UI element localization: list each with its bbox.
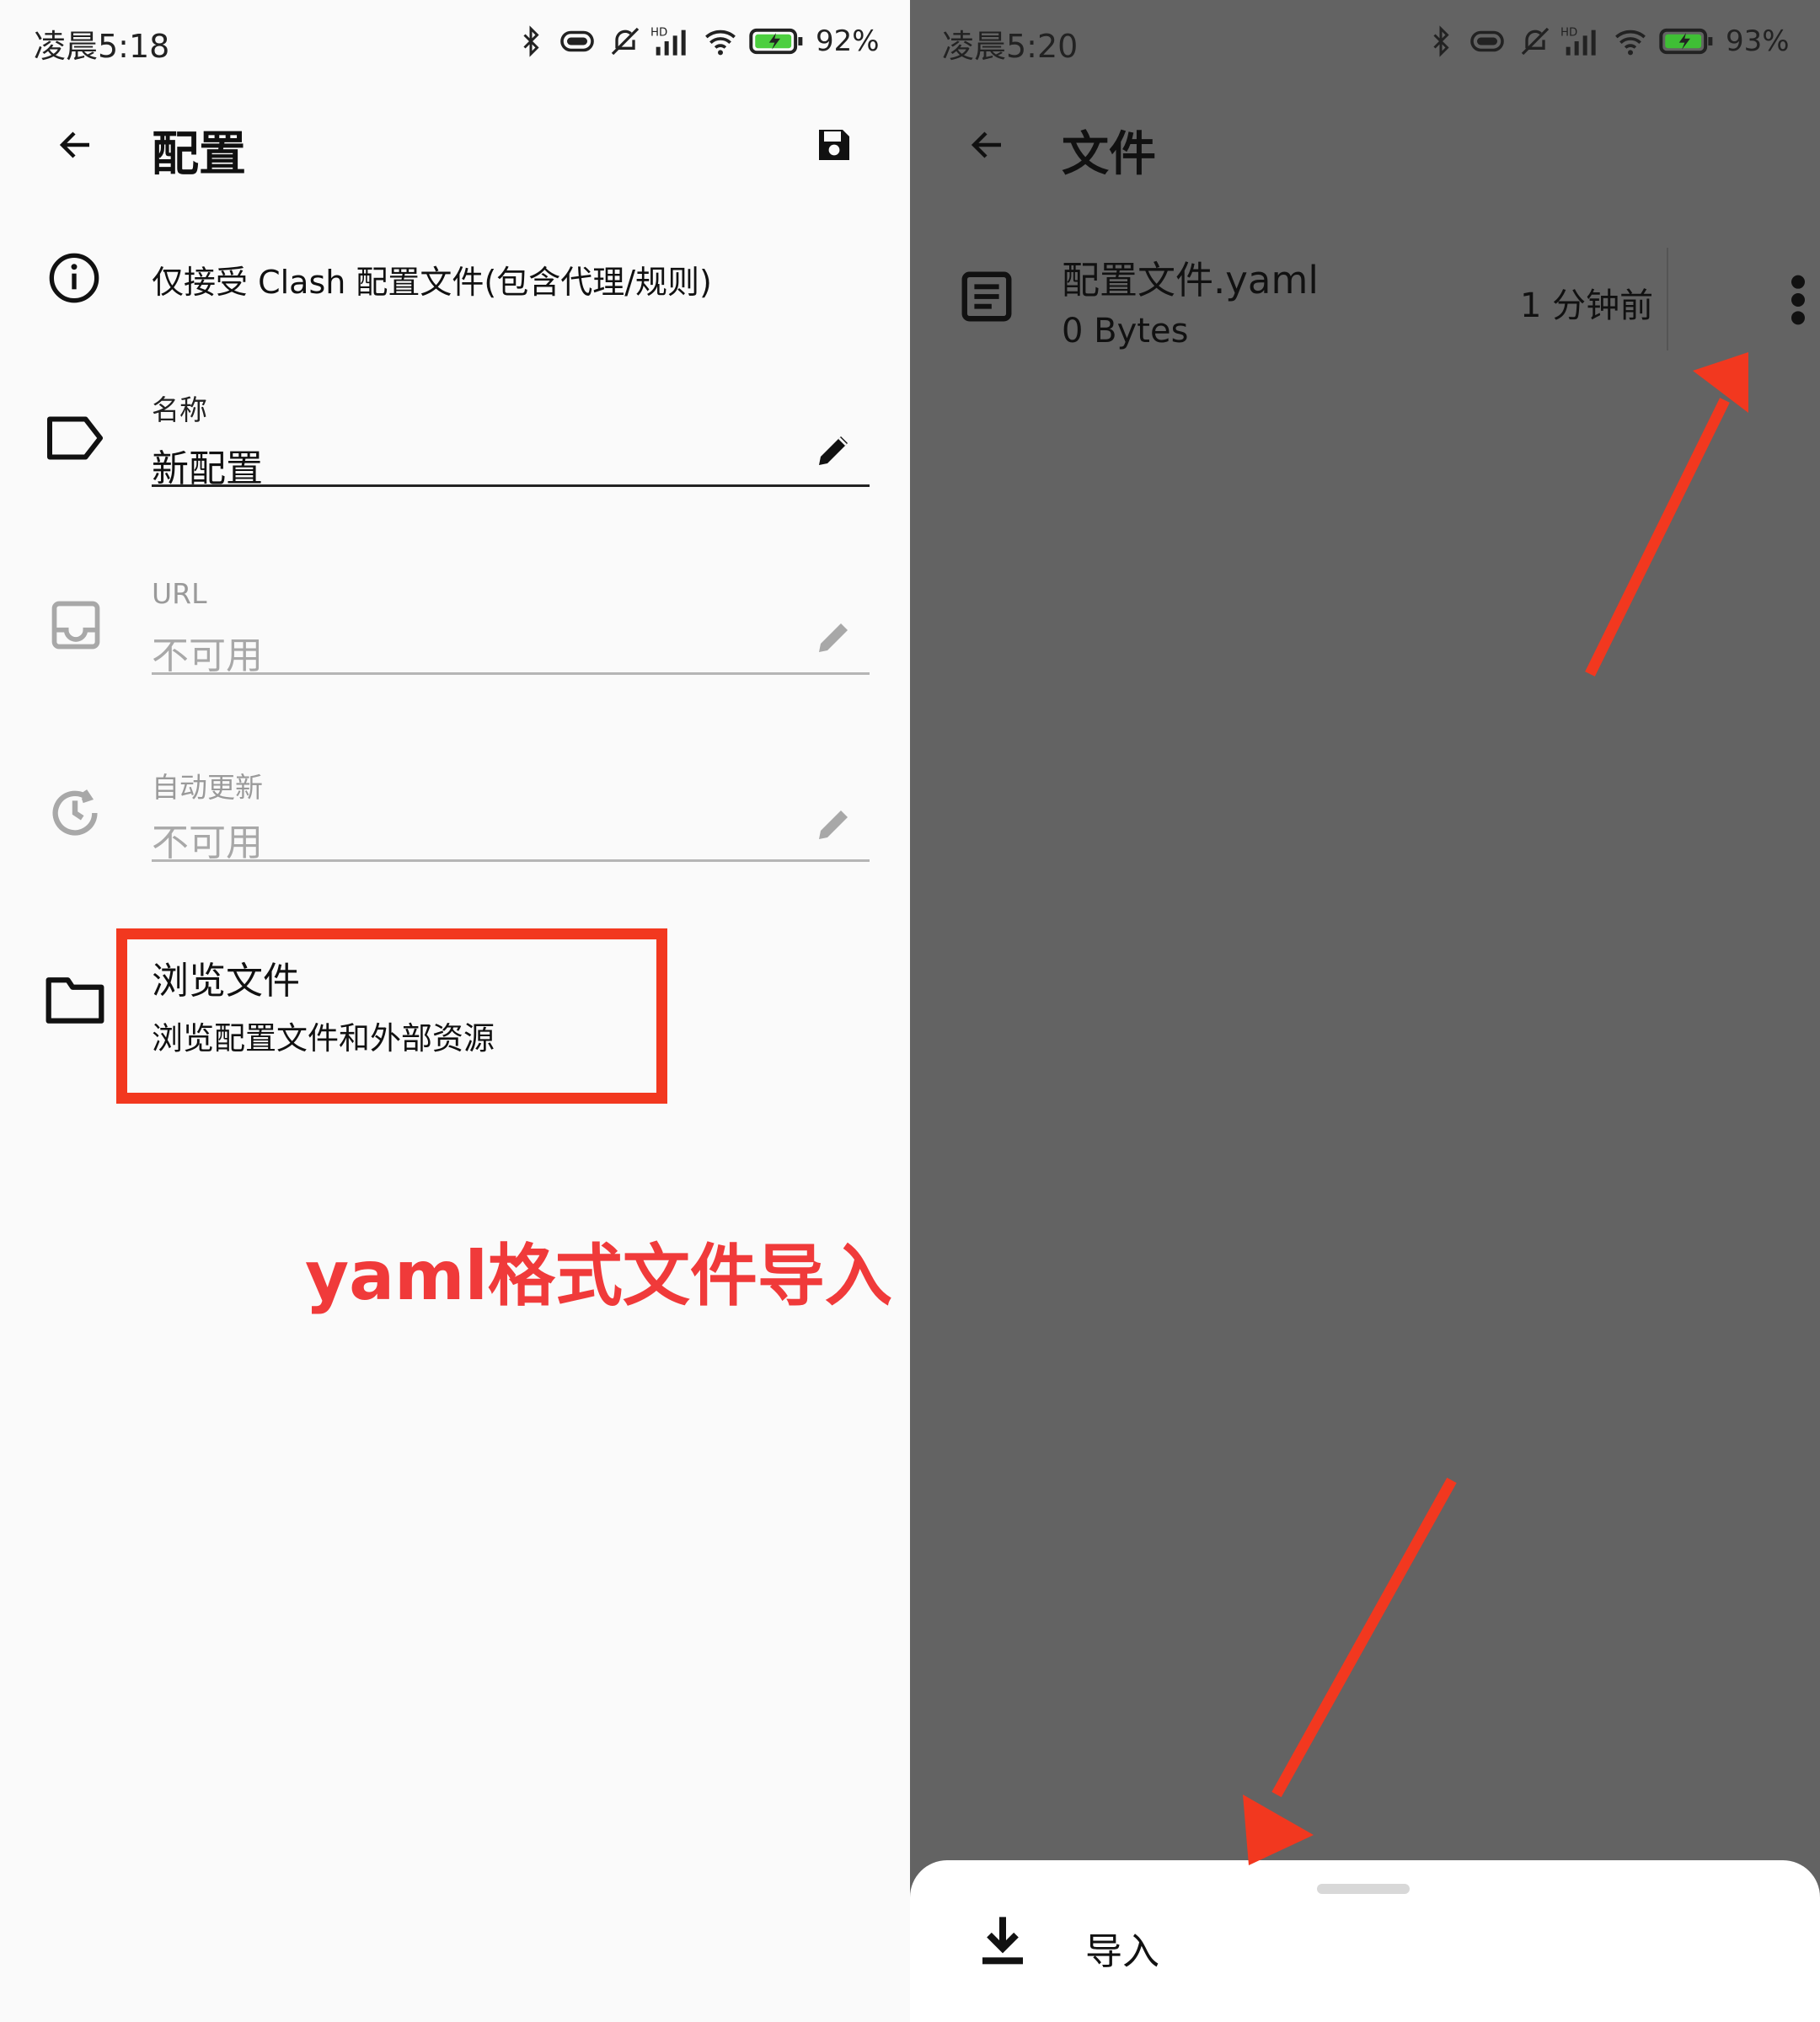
page-title: 配置 [152, 127, 246, 182]
url-field-label: URL [152, 577, 207, 610]
status-time: 凌晨5:18 [34, 28, 170, 65]
page-title: 文件 [1062, 127, 1156, 182]
file-row-divider [1667, 248, 1668, 350]
status-icons: HD 92% [516, 17, 880, 66]
signal-icon: HD [1560, 26, 1596, 56]
wifi-icon [1615, 29, 1646, 56]
more-options-icon[interactable] [1788, 273, 1808, 327]
mute-bell-icon [611, 27, 640, 56]
info-icon [49, 253, 99, 303]
auto-update-field-value: 不可用 [152, 821, 263, 864]
import-label: 导入 [1085, 1930, 1159, 1973]
status-icons: HD 93% [1426, 17, 1790, 66]
auto-update-field-label: 自动更新 [152, 771, 263, 804]
svg-text:HD: HD [650, 26, 667, 39]
url-field-underline [152, 672, 870, 675]
highlight-box [116, 928, 667, 1104]
url-field-value: 不可用 [152, 634, 263, 677]
status-time: 凌晨5:20 [942, 28, 1079, 65]
save-icon[interactable] [814, 125, 854, 165]
document-icon [961, 271, 1012, 322]
inbox-icon [51, 601, 100, 650]
back-arrow-icon[interactable] [52, 125, 99, 165]
bluetooth-icon [523, 25, 539, 57]
mute-bell-icon [1521, 27, 1550, 56]
download-icon [982, 1917, 1023, 1965]
bluetooth-icon [1433, 25, 1449, 57]
wifi-icon [705, 29, 736, 56]
info-text: 仅接受 Clash 配置文件(包含代理/规则) [152, 264, 712, 301]
name-field-underline [152, 484, 870, 487]
battery-percent: 92% [816, 24, 880, 58]
name-field-label: 名称 [152, 393, 207, 426]
annotation-caption: yaml格式文件导入 [305, 1237, 892, 1315]
signal-icon: HD [650, 26, 686, 56]
label-tag-icon [47, 416, 103, 460]
auto-update-field-underline [152, 859, 870, 862]
file-modified-time: 1 分钟前 [1520, 286, 1654, 325]
folder-icon [46, 977, 104, 1024]
sheet-drag-handle[interactable] [1317, 1884, 1410, 1894]
file-size: 0 Bytes [1062, 312, 1189, 350]
battery-percent: 93% [1726, 24, 1790, 58]
file-name: 配置文件.yaml [1062, 258, 1319, 302]
back-arrow-icon[interactable] [964, 125, 1011, 165]
vibrate-icon [1470, 30, 1504, 52]
edit-auto-update-icon [819, 810, 848, 839]
vibrate-icon [560, 30, 594, 52]
edit-url-icon [819, 623, 848, 652]
bottom-sheet: 导入 [910, 1860, 1820, 2022]
svg-text:HD: HD [1560, 26, 1577, 39]
files-screen: 凌晨5:20 HD 93% 文件 配置文件.yaml 0 Bytes 1 分钟前… [910, 0, 1820, 2022]
battery-icon [749, 28, 803, 55]
edit-name-icon[interactable] [814, 430, 854, 470]
battery-icon [1659, 28, 1713, 55]
update-clock-icon [52, 789, 98, 836]
config-screen: 凌晨5:18 HD 92% 配置 仅接受 Clash 配置文件(包含代理/规则)… [0, 0, 910, 2022]
